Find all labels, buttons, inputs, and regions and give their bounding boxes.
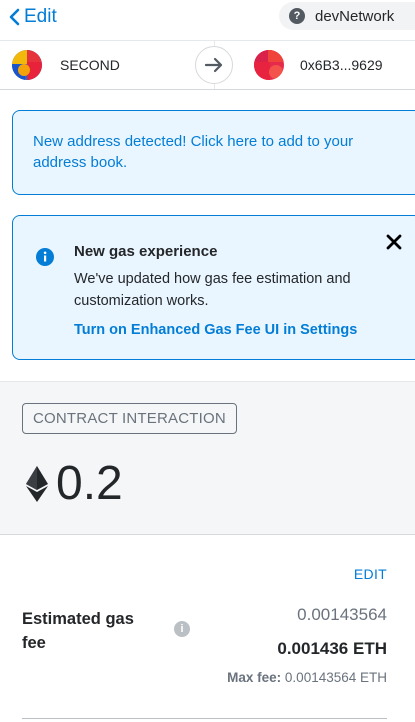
network-selector[interactable]: ? devNetwork: [279, 2, 415, 30]
close-icon[interactable]: [385, 233, 403, 251]
info-circle-icon: [36, 248, 54, 266]
info-icon[interactable]: i: [174, 621, 190, 637]
edit-back-label: Edit: [24, 6, 57, 27]
gas-experience-notice: New gas experience We've updated how gas…: [12, 215, 415, 360]
question-icon: ?: [289, 8, 305, 24]
chevron-left-icon: [9, 8, 20, 26]
gas-fee-primary-value: 0.001436 ETH: [277, 639, 387, 658]
gas-fee-secondary-value: 0.00143564: [297, 605, 387, 624]
sender-name: SECOND: [60, 57, 120, 73]
enhanced-gas-settings-link[interactable]: Turn on Enhanced Gas Fee UI in Settings: [74, 322, 357, 338]
edit-back-button[interactable]: Edit: [8, 6, 57, 28]
max-fee: Max fee: 0.00143564 ETH: [227, 670, 387, 685]
gas-fee-details: EDIT Estimated gas fee i 0.00143564 0.00…: [0, 535, 415, 722]
recipient-account[interactable]: 0x6B3...9629: [254, 41, 383, 89]
app-header: Edit ? devNetwork: [0, 0, 415, 40]
sender-recipient-bar: SECOND 0x6B3...9629: [0, 40, 415, 90]
transaction-amount: 0.2: [26, 456, 123, 511]
network-name: devNetwork: [315, 7, 395, 25]
new-address-notice[interactable]: New address detected! Click here to add …: [12, 110, 415, 195]
arrow-right-icon: [204, 57, 223, 73]
new-address-text: New address detected! Click here to add …: [33, 133, 354, 171]
recipient-identicon: [254, 50, 284, 80]
sender-account[interactable]: SECOND: [12, 41, 120, 89]
gas-notice-body: We've updated how gas fee estimation and…: [74, 271, 351, 309]
gas-notice-title: New gas experience: [74, 243, 218, 260]
estimated-gas-fee-label: Estimated gas fee: [22, 610, 134, 652]
sender-identicon: [12, 50, 42, 80]
max-fee-value: 0.00143564 ETH: [284, 670, 387, 685]
divider: [22, 718, 387, 719]
transaction-summary: CONTRACT INTERACTION 0.2: [0, 381, 415, 535]
max-fee-label: Max fee:: [227, 670, 282, 685]
transaction-type-badge: CONTRACT INTERACTION: [22, 403, 237, 434]
amount-value: 0.2: [56, 457, 123, 510]
recipient-address: 0x6B3...9629: [300, 57, 383, 73]
transfer-arrow: [195, 46, 233, 84]
edit-gas-button[interactable]: EDIT: [354, 566, 387, 582]
ethereum-icon: [26, 465, 48, 502]
